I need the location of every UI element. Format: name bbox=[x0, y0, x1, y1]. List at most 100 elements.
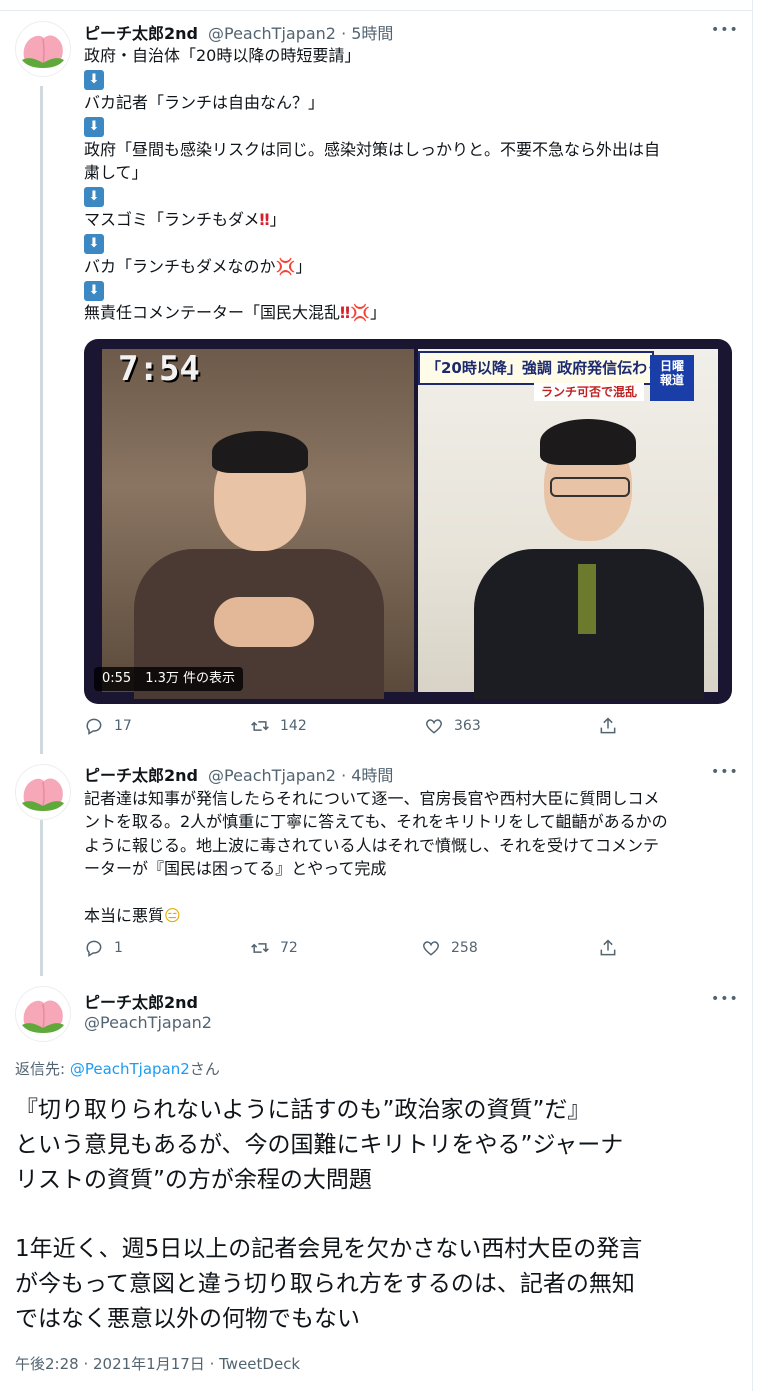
person-left bbox=[124, 399, 394, 699]
handle[interactable]: @PeachTjapan2 bbox=[84, 1013, 212, 1032]
reply-to: 返信先: @PeachTjapan2さん bbox=[15, 1058, 220, 1079]
video-duration: 0:55 bbox=[102, 671, 132, 686]
display-name[interactable]: ピーチ太郎2nd bbox=[84, 989, 198, 1013]
share-icon bbox=[600, 717, 616, 734]
video-subbanner: ランチ可否で混乱 bbox=[534, 383, 644, 401]
broadcaster-logo: 日曜 報道 bbox=[650, 355, 694, 401]
arrow-line: ⬇ bbox=[84, 231, 734, 254]
arrow-line: ⬇ bbox=[84, 184, 734, 207]
separator: · bbox=[341, 24, 347, 43]
top-border bbox=[0, 0, 752, 11]
avatar[interactable] bbox=[15, 986, 71, 1042]
tie bbox=[578, 564, 596, 634]
tweet-line-text: 」 bbox=[295, 256, 312, 276]
hair bbox=[540, 419, 636, 465]
tweet-actions: 1 72 258 bbox=[84, 938, 644, 962]
tweet-line: 政府「昼間も感染リスクは同じ。感染対策はしっかりと。不要不急なら外出は自 bbox=[84, 139, 661, 159]
share-icon bbox=[600, 939, 616, 956]
arrow-down-icon: ⬇ bbox=[84, 186, 104, 207]
like-count: 258 bbox=[451, 940, 478, 956]
retweet-button[interactable]: 72 bbox=[250, 938, 298, 958]
peach-avatar-icon bbox=[22, 778, 64, 811]
retweet-count: 72 bbox=[280, 940, 298, 956]
tweet-text: 『切り取りられないように話すのも”政治家の資質”だ』 という意見もあるが、今の国… bbox=[15, 1093, 740, 1337]
person-right bbox=[454, 399, 714, 699]
arrow-down-icon: ⬇ bbox=[84, 116, 104, 137]
tweet-text: 記者達は知事が発信したらそれについて逐一、官房長官や西村大臣に質問しコメ ントを… bbox=[84, 787, 734, 927]
more-icon[interactable]: ••• bbox=[711, 764, 739, 780]
video-views: 1.3万 件の表示 bbox=[145, 671, 236, 686]
like-button[interactable]: 363 bbox=[424, 716, 481, 736]
anger-icon: 💢 bbox=[350, 303, 370, 323]
tweet-actions: 17 142 363 bbox=[84, 716, 644, 740]
reply-button[interactable]: 1 bbox=[84, 938, 123, 958]
tweet-line-text: 本当に悪質 bbox=[84, 906, 165, 926]
tweet-line-text: 」 bbox=[269, 209, 286, 229]
handle-and-time[interactable]: @PeachTjapan2 · 5時間 bbox=[208, 20, 393, 44]
peach-avatar-icon bbox=[22, 1000, 64, 1033]
tweet-line-text: マスゴミ「ランチもダメ bbox=[84, 209, 260, 229]
logo-line: 日曜 bbox=[659, 359, 684, 373]
glasses bbox=[550, 477, 630, 497]
peach-avatar-icon bbox=[22, 35, 64, 68]
tweet-line: 政府・自治体「20時以降の時短要請」 bbox=[84, 46, 361, 65]
more-icon[interactable]: ••• bbox=[711, 991, 739, 1007]
tweet-date[interactable]: 2021年1月17日 bbox=[93, 1355, 205, 1373]
arrow-down-icon: ⬇ bbox=[84, 69, 104, 90]
reply-icon bbox=[86, 718, 102, 735]
video-badge: 0:55 1.3万 件の表示 bbox=[94, 667, 244, 691]
tweet-line: 『切り取りられないように話すのも”政治家の資質”だ』 bbox=[15, 1097, 591, 1123]
tweet-client[interactable]: TweetDeck bbox=[219, 1355, 300, 1373]
more-icon[interactable]: ••• bbox=[711, 22, 739, 38]
video-player[interactable]: 7:54 「20時以降」強調 政府発信伝わった? ランチ可否で混乱 日曜 報道 … bbox=[84, 339, 732, 704]
right-border bbox=[752, 0, 753, 1391]
tweet-line: が今もって意図と違う切り取られ方をするのは、記者の無知 bbox=[15, 1270, 635, 1297]
display-name[interactable]: ピーチ太郎2nd bbox=[84, 20, 198, 44]
reply-icon bbox=[86, 940, 102, 957]
display-name[interactable]: ピーチ太郎2nd bbox=[84, 762, 198, 786]
handle[interactable]: @PeachTjapan2 bbox=[208, 24, 336, 43]
share-button[interactable] bbox=[598, 716, 618, 736]
tweet-time[interactable]: 4時間 bbox=[351, 766, 393, 785]
reply-button[interactable]: 17 bbox=[84, 716, 132, 736]
tweet-time[interactable]: 午後2:28 bbox=[15, 1355, 79, 1373]
retweet-icon bbox=[251, 943, 269, 953]
arrow-down-icon: ⬇ bbox=[84, 233, 104, 254]
retweet-count: 142 bbox=[280, 718, 307, 734]
arrow-line: ⬇ bbox=[84, 67, 734, 90]
handle[interactable]: @PeachTjapan2 bbox=[208, 766, 336, 785]
tweet-line-text: 」 bbox=[369, 303, 386, 323]
tweet-line: リストの資質”の方が余程の大問題 bbox=[15, 1166, 372, 1193]
like-button[interactable]: 258 bbox=[421, 938, 478, 958]
tweet-text: 政府・自治体「20時以降の時短要請」 ⬇ バカ記者「ランチは自由なん？」 ⬇ 政… bbox=[84, 44, 734, 325]
handle-and-time[interactable]: @PeachTjapan2 · 4時間 bbox=[208, 762, 393, 786]
meta-separator: · bbox=[204, 1355, 220, 1373]
like-count: 363 bbox=[454, 718, 481, 734]
arrow-down-icon: ⬇ bbox=[84, 280, 104, 301]
hair bbox=[212, 431, 308, 473]
tweet-line: 記者達は知事が発信したらそれについて逐一、官房長官や西村大臣に質問しコメ bbox=[84, 789, 660, 808]
thread-line bbox=[40, 86, 43, 754]
logo-line: 報道 bbox=[659, 373, 684, 387]
arrow-line: ⬇ bbox=[84, 278, 734, 301]
avatar[interactable] bbox=[15, 21, 71, 77]
tweet-line: ではなく悪意以外の何物でもない bbox=[15, 1305, 360, 1332]
tweet-time[interactable]: 5時間 bbox=[351, 24, 393, 43]
double-exclamation-icon: ‼ bbox=[340, 303, 351, 323]
reply-handle-link[interactable]: @PeachTjapan2 bbox=[70, 1060, 190, 1078]
reply-count: 17 bbox=[114, 718, 132, 734]
tweet-line: 本当に悪質😑 bbox=[84, 904, 734, 927]
avatar[interactable] bbox=[15, 764, 71, 820]
tweet-line-text: 無責任コメンテーター「国民大混乱 bbox=[84, 303, 341, 323]
hands bbox=[214, 597, 314, 647]
double-exclamation-icon: ‼ bbox=[259, 209, 270, 229]
share-button[interactable] bbox=[598, 938, 618, 958]
like-icon bbox=[425, 719, 443, 734]
meta-separator: · bbox=[78, 1355, 93, 1373]
video-banner: 「20時以降」強調 政府発信伝わった? bbox=[418, 351, 654, 385]
retweet-button[interactable]: 142 bbox=[250, 716, 307, 736]
tweet-line: ントを取る。2人が慎重に丁寧に答えても、それをキリトリをして齟齬があるかの bbox=[84, 812, 668, 832]
anger-icon: 💢 bbox=[275, 256, 296, 276]
